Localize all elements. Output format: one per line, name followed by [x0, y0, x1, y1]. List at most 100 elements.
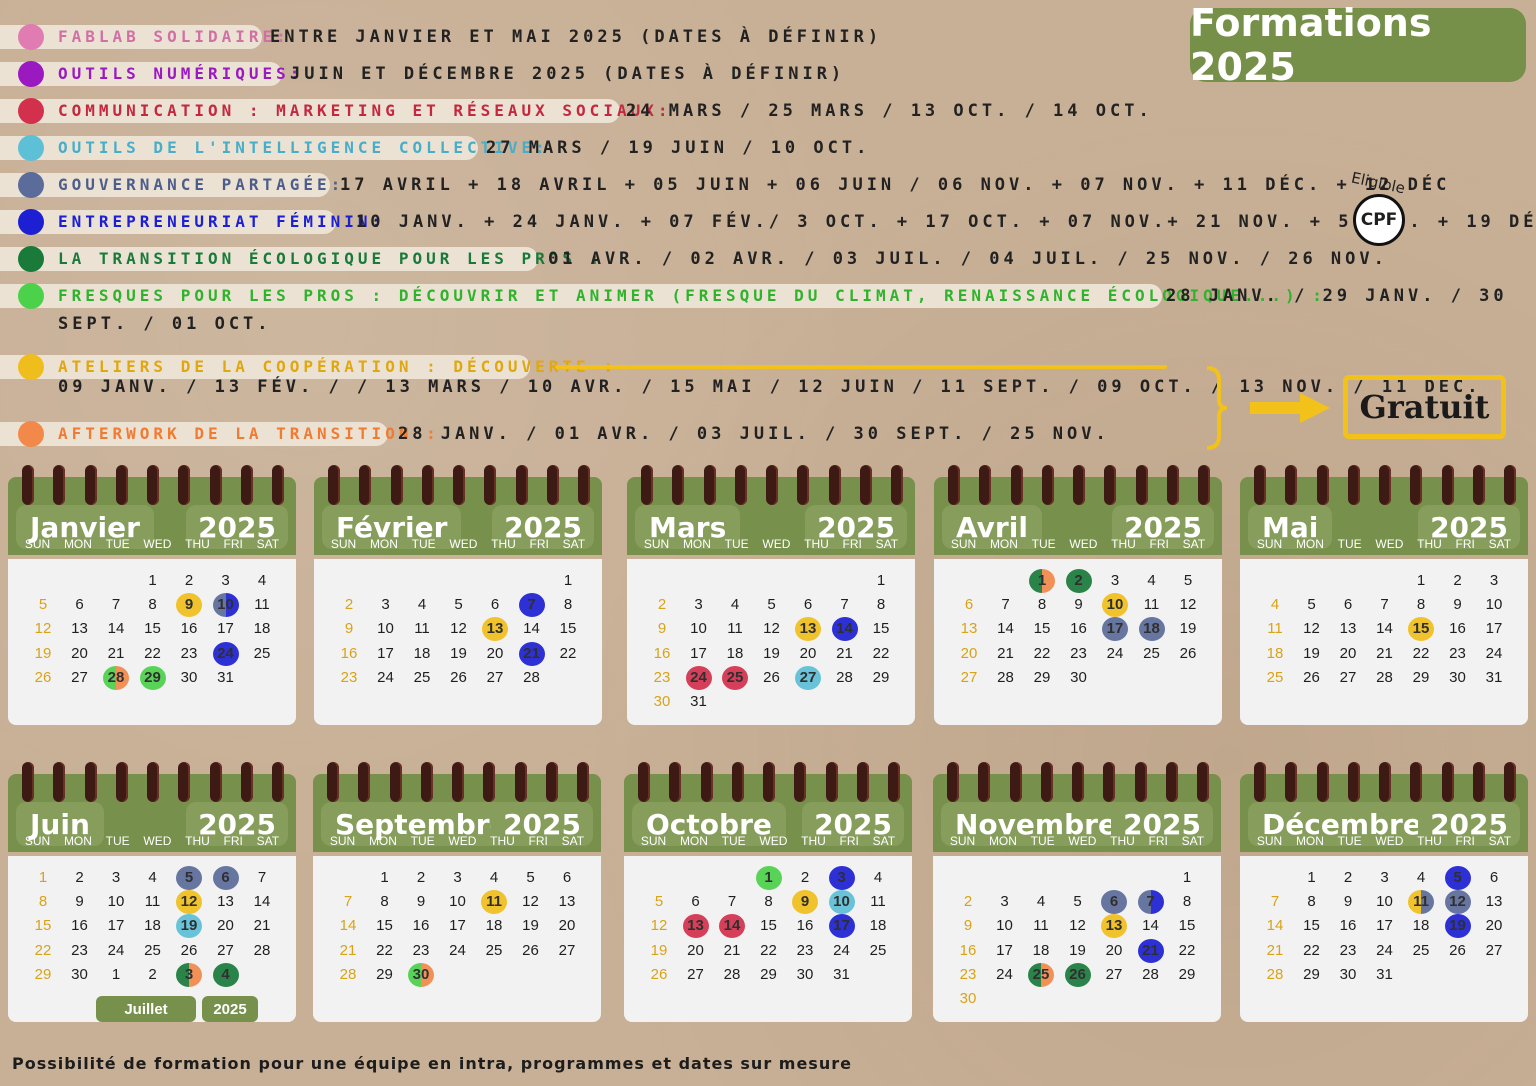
calendar-day: 13	[1339, 620, 1357, 638]
calendar-day: 7	[727, 893, 737, 911]
binder-ring-icon	[511, 465, 532, 511]
legend-color-dot	[18, 420, 44, 447]
binder-rings	[324, 465, 594, 511]
calendar-day: 26	[763, 668, 780, 686]
weekday-label: FRI	[223, 537, 243, 551]
binder-ring-icon	[730, 465, 751, 511]
binder-ring-icon	[205, 465, 226, 511]
calendar-day: 3	[1489, 572, 1499, 589]
calendar-day: 3	[694, 596, 703, 614]
calendar-septembre: Septembre 2025 SUN MON TUE WED THU FRI SAT 1 2 3 4 5 6…	[313, 752, 601, 1027]
calendar-day: 5	[526, 869, 535, 886]
binder-ring-icon	[1069, 465, 1089, 511]
binder-ring-icon	[385, 762, 406, 808]
weekday-label: SAT	[1182, 537, 1206, 551]
calendar-grid: 1 2 3 4 5 6 7 8 9 10 11 12 13 14 15 16 17 18 19 20 21 22 23 24 2…	[8, 856, 296, 1022]
weekday-label: THU	[801, 834, 826, 848]
calendar-day: 26	[1179, 644, 1197, 662]
cpf-badge: Eligible CPF	[1345, 169, 1415, 252]
calendar-day: 15	[872, 620, 890, 638]
calendar-day: 12	[1303, 620, 1320, 638]
binder-ring-icon	[49, 762, 70, 808]
calendar-day: 22	[1412, 644, 1430, 662]
calendar-day: 10	[449, 893, 466, 911]
weekday-header: SUN MON TUE WED THU FRI SAT	[624, 834, 912, 856]
binder-ring-icon	[18, 465, 38, 511]
calendar-novembre: Novembre 2025 SUN MON TUE WED THU FRI SAT 1 2 3 4 5 6 7…	[933, 752, 1221, 1027]
binder-ring-icon	[634, 762, 654, 808]
calendar-day: 9	[963, 917, 973, 935]
weekday-label: SAT	[562, 537, 586, 551]
legend-color-dot	[18, 171, 44, 198]
weekday-label: FRI	[529, 537, 549, 551]
binder-ring-icon	[510, 762, 531, 808]
calendar-day: 3	[111, 869, 121, 886]
binder-ring-icon	[1437, 465, 1458, 511]
calendar-day: 8	[1182, 893, 1192, 911]
calendar-day: 7	[518, 593, 545, 618]
weekday-label: TUE	[105, 834, 130, 848]
calendar-day: 19	[650, 941, 668, 959]
calendar-day: 10	[107, 893, 125, 911]
legend-color-dot	[18, 208, 44, 235]
calendar-day: 21	[518, 641, 545, 666]
july-day: 4	[212, 962, 239, 987]
binder-ring-icon	[696, 762, 717, 808]
legend-color-dot	[18, 134, 44, 161]
binder-ring-icon	[852, 762, 873, 808]
calendar-day: 2	[800, 869, 810, 886]
weekday-label: TUE	[411, 537, 436, 551]
binder-ring-icon	[1250, 762, 1270, 808]
legend-label: AFTERWORK DE LA TRANSITION :	[0, 421, 436, 446]
binder-ring-icon	[573, 762, 593, 808]
calendar-day: 9	[344, 620, 354, 638]
calendar-day: 3	[381, 596, 390, 614]
calendar-day: 16	[340, 644, 358, 662]
calendar-day: 20	[799, 644, 817, 662]
calendar-day: 13	[1101, 914, 1127, 939]
calendar-day: 22	[376, 941, 393, 959]
calendar-day: 9	[657, 620, 667, 638]
weekday-label: WED	[762, 537, 791, 551]
calendar-day: 1	[38, 869, 48, 886]
calendar-day: 14	[831, 617, 858, 642]
weekday-header: SUN MON TUE WED THU FRI SAT	[1240, 834, 1528, 856]
gratuit-label: Gratuit	[1343, 375, 1506, 439]
binder-ring-icon	[944, 465, 964, 511]
calendar-day: 20	[960, 644, 978, 662]
calendar-day: 10	[690, 620, 707, 638]
calendar-day: 16	[796, 917, 814, 935]
calendar-day: 10	[996, 917, 1013, 935]
weekday-label: SAT	[872, 834, 896, 848]
calendar-day: 29	[139, 665, 166, 690]
calendar-day: 19	[176, 914, 202, 939]
binder-rings	[943, 762, 1213, 808]
binder-ring-icon	[174, 465, 195, 511]
calendar-day: 17	[377, 644, 394, 662]
calendar-grid: 1 2 3 4 5 6 7 8 9 10 11 12 13 14 15 16 17 18 19 20 21 22 23 24 2…	[314, 559, 602, 725]
calendar-day: 8	[1037, 596, 1047, 614]
binder-ring-icon	[1161, 762, 1182, 808]
calendar-day: 15	[1178, 917, 1196, 935]
calendar-day: 17	[1485, 620, 1503, 638]
calendar-day: 9	[75, 893, 84, 911]
calendar-day: 20	[687, 941, 704, 959]
calendar-day: 20	[1105, 941, 1123, 959]
calendar-day: 5	[767, 596, 776, 614]
calendar-day: 6	[75, 596, 84, 614]
calendar-day: 16	[71, 917, 88, 935]
calendar-day: 11	[414, 620, 430, 638]
binder-ring-icon	[236, 762, 257, 808]
calendar-day: 8	[764, 893, 773, 911]
calendar-day: 30	[1449, 668, 1466, 686]
binder-ring-icon	[821, 762, 842, 808]
weekday-label: FRI	[1149, 537, 1169, 551]
binder-ring-icon	[1375, 465, 1395, 511]
calendar-day: 16	[1449, 620, 1466, 638]
calendar-day: 3	[1110, 572, 1120, 589]
binder-ring-icon	[1406, 465, 1427, 511]
calendar-day: 24	[1106, 644, 1124, 662]
calendar-day: 27	[558, 941, 576, 959]
calendar-day: 15	[1033, 620, 1051, 638]
weekday-label: THU	[185, 834, 210, 848]
